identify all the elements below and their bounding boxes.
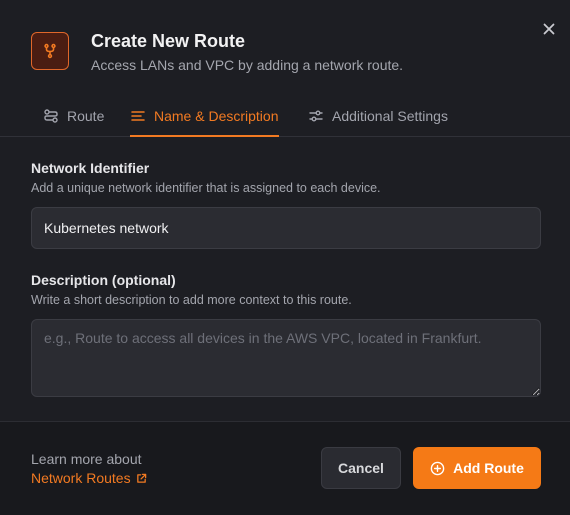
route-icon [31,32,69,70]
network-routes-link[interactable]: Network Routes [31,470,147,486]
route-settings-icon [43,108,59,124]
cancel-button[interactable]: Cancel [321,447,401,489]
dialog-header: Create New Route Access LANs and VPC by … [0,0,570,96]
sliders-icon [308,108,324,124]
close-icon[interactable] [539,19,559,39]
tab-name-description-label: Name & Description [154,108,279,124]
text-lines-icon [130,108,146,124]
tab-bar: Route Name & Description Additional Sett… [0,96,570,137]
tab-route[interactable]: Route [43,96,104,136]
network-identifier-label: Network Identifier [31,160,150,176]
external-link-icon [136,473,147,484]
dialog-title: Create New Route [91,31,246,51]
plus-circle-icon [430,461,445,476]
dialog-subtitle: Access LANs and VPC by adding a network … [91,57,404,73]
description-textarea[interactable] [31,319,541,397]
network-identifier-help: Add a unique network identifier that is … [31,181,381,195]
tab-additional-settings-label: Additional Settings [332,108,448,124]
description-label: Description (optional) [31,272,176,288]
tab-route-label: Route [67,108,105,124]
create-route-dialog: Create New Route Access LANs and VPC by … [0,0,570,515]
description-help: Write a short description to add more co… [31,293,352,307]
add-route-label: Add Route [453,460,524,476]
network-routes-link-label: Network Routes [31,470,131,486]
dialog-footer: Learn more about Network Routes Cancel A… [0,421,570,515]
add-route-button[interactable]: Add Route [413,447,541,489]
learn-more-text: Learn more about [31,451,142,467]
network-identifier-input[interactable] [31,207,541,249]
tab-additional-settings[interactable]: Additional Settings [308,96,448,136]
tab-name-description[interactable]: Name & Description [130,96,279,137]
